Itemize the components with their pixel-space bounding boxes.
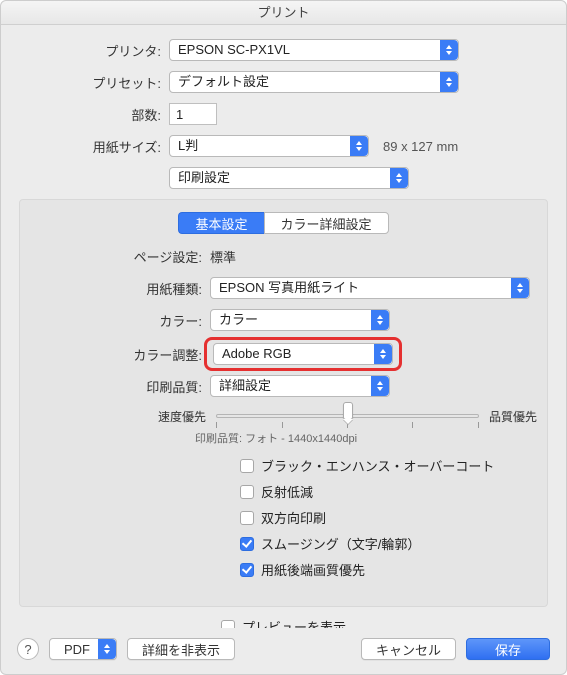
checkbox-label: 用紙後端画質優先 [261, 560, 365, 579]
page-settings-value: 標準 [210, 247, 236, 266]
row-printer: プリンタ: EPSON SC-PX1VL [19, 39, 548, 61]
tab-color-detail[interactable]: カラー詳細設定 [264, 212, 389, 234]
color-select[interactable]: カラー [210, 309, 390, 331]
checkbox-label: 双方向印刷 [261, 508, 326, 527]
copies-label: 部数: [19, 105, 169, 124]
color-value: カラー [219, 310, 258, 330]
preset-select[interactable]: デフォルト設定 [169, 71, 459, 93]
preset-value: デフォルト設定 [178, 72, 269, 92]
printer-label: プリンタ: [19, 41, 169, 60]
updown-icon [350, 136, 368, 156]
quality-info-value: フォト - 1440x1440dpi [245, 433, 357, 445]
print-settings-panel: 基本設定 カラー詳細設定 ページ設定: 標準 用紙種類: EPSON 写真用紙ラ… [19, 199, 548, 607]
save-button[interactable]: 保存 [466, 638, 550, 660]
paper-size-select[interactable]: L判 [169, 135, 369, 157]
pdf-label: PDF [64, 642, 90, 657]
updown-icon [374, 344, 392, 364]
color-adjust-highlight: Adobe RGB [204, 337, 402, 371]
quality-slider[interactable] [216, 406, 479, 426]
row-page-settings: ページ設定: 標準 [30, 244, 537, 268]
hide-details-button[interactable]: 詳細を非表示 [127, 638, 235, 660]
quality-info-label: 印刷品質: [195, 433, 242, 445]
color-label: カラー: [30, 311, 210, 330]
media-type-value: EPSON 写真用紙ライト [219, 278, 359, 298]
checkbox[interactable] [240, 563, 254, 577]
slider-right-label: 品質優先 [489, 408, 537, 425]
checkbox[interactable] [240, 485, 254, 499]
preset-label: プリセット: [19, 73, 169, 92]
slider-thumb[interactable] [343, 402, 353, 420]
page-settings-label: ページ設定: [30, 247, 210, 266]
settings-tabs: 基本設定 カラー詳細設定 [30, 212, 537, 234]
printer-select[interactable]: EPSON SC-PX1VL [169, 39, 459, 61]
checkbox-label: スムージング（文字/輪郭） [261, 534, 420, 553]
print-dialog: プリント プリンタ: EPSON SC-PX1VL プリセット: デフォルト設定… [0, 0, 567, 675]
option-checkboxes: ブラック・エンハンス・オーバーコート反射低減双方向印刷スムージング（文字/輪郭）… [30, 456, 537, 579]
row-quality-slider: 速度優先 品質優先 [30, 406, 537, 426]
quality-info: 印刷品質: フォト - 1440x1440dpi [30, 430, 537, 446]
row-color-adjust: カラー調整: Adobe RGB [30, 340, 537, 368]
print-quality-select[interactable]: 詳細設定 [210, 375, 390, 397]
checkbox[interactable] [240, 459, 254, 473]
copies-input[interactable]: 1 [169, 103, 217, 125]
printer-value: EPSON SC-PX1VL [178, 40, 290, 60]
row-paper-size: 用紙サイズ: L判 89 x 127 mm [19, 135, 548, 157]
row-preset: プリセット: デフォルト設定 [19, 71, 548, 93]
check-row: スムージング（文字/輪郭） [240, 534, 537, 553]
color-adjust-value: Adobe RGB [222, 344, 291, 364]
dialog-footer: ? PDF 詳細を非表示 キャンセル 保存 [1, 628, 566, 674]
hide-details-label: 詳細を非表示 [142, 640, 220, 659]
row-media-type: 用紙種類: EPSON 写真用紙ライト [30, 276, 537, 300]
row-section: 印刷設定 [19, 167, 548, 189]
section-select[interactable]: 印刷設定 [169, 167, 409, 189]
updown-icon [98, 639, 116, 659]
check-row: 双方向印刷 [240, 508, 537, 527]
print-quality-label: 印刷品質: [30, 377, 210, 396]
help-icon: ? [24, 642, 31, 657]
row-preview: プレビューを表示 [19, 617, 548, 628]
updown-icon [371, 310, 389, 330]
preview-checkbox[interactable] [221, 620, 235, 629]
dialog-title: プリント [1, 1, 566, 25]
check-row: ブラック・エンハンス・オーバーコート [240, 456, 537, 475]
cancel-label: キャンセル [376, 640, 441, 659]
row-color: カラー: カラー [30, 308, 537, 332]
preview-label: プレビューを表示 [242, 617, 346, 628]
color-adjust-label: カラー調整: [30, 345, 210, 364]
pdf-menu-button[interactable]: PDF [49, 638, 117, 660]
checkbox-label: ブラック・エンハンス・オーバーコート [261, 456, 494, 475]
color-adjust-select[interactable]: Adobe RGB [213, 343, 393, 365]
media-type-select[interactable]: EPSON 写真用紙ライト [210, 277, 530, 299]
tab-basic-label: 基本設定 [195, 217, 247, 232]
updown-icon [440, 72, 458, 92]
checkbox[interactable] [240, 511, 254, 525]
copies-value: 1 [176, 107, 183, 122]
tab-basic[interactable]: 基本設定 [178, 212, 263, 234]
updown-icon [390, 168, 408, 188]
check-row: 用紙後端画質優先 [240, 560, 537, 579]
slider-left-label: 速度優先 [158, 408, 206, 425]
section-value: 印刷設定 [178, 168, 230, 188]
tab-color-detail-label: カラー詳細設定 [281, 217, 372, 232]
dialog-title-text: プリント [257, 5, 309, 20]
checkbox[interactable] [240, 537, 254, 551]
help-button[interactable]: ? [17, 638, 39, 660]
save-label: 保存 [495, 640, 521, 659]
row-print-quality: 印刷品質: 詳細設定 [30, 374, 537, 398]
dialog-content: プリンタ: EPSON SC-PX1VL プリセット: デフォルト設定 部数: … [1, 25, 566, 628]
cancel-button[interactable]: キャンセル [361, 638, 456, 660]
check-row: 反射低減 [240, 482, 537, 501]
updown-icon [371, 376, 389, 396]
checkbox-label: 反射低減 [261, 482, 313, 501]
updown-icon [511, 278, 529, 298]
paper-size-label: 用紙サイズ: [19, 137, 169, 156]
media-type-label: 用紙種類: [30, 279, 210, 298]
updown-icon [440, 40, 458, 60]
row-copies: 部数: 1 [19, 103, 548, 125]
paper-size-dimensions: 89 x 127 mm [383, 139, 458, 154]
print-quality-value: 詳細設定 [219, 376, 271, 396]
paper-size-value: L判 [178, 136, 198, 156]
